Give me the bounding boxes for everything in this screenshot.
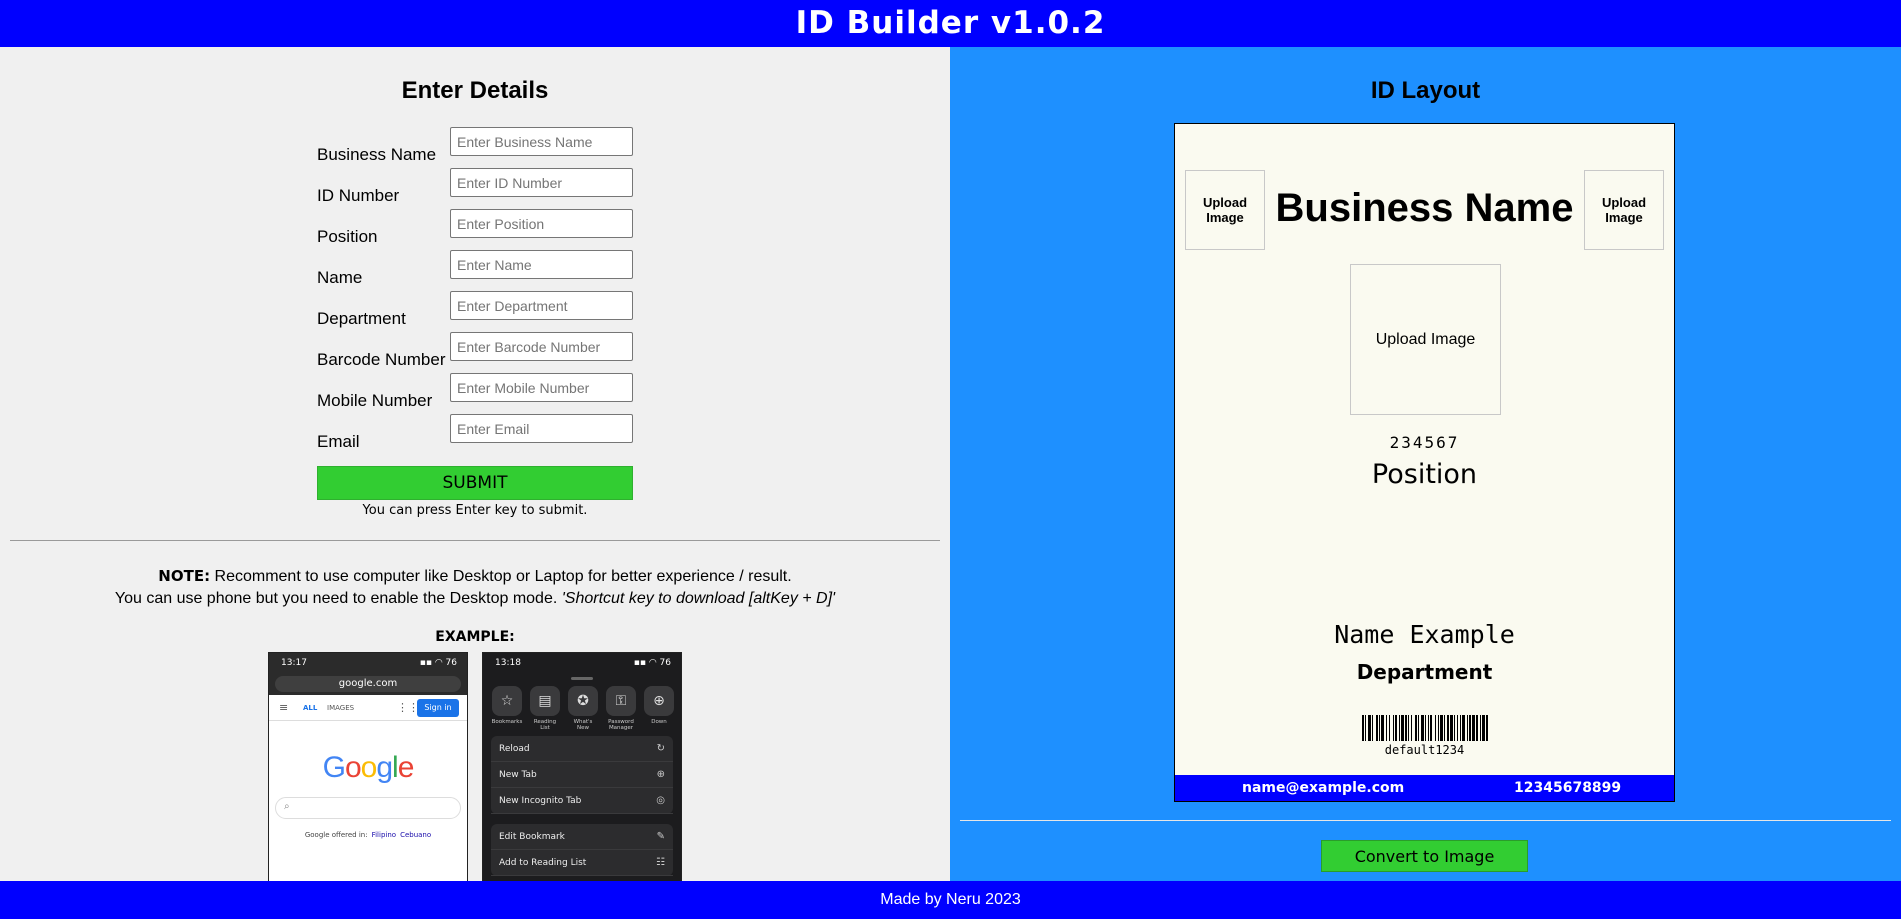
note-body: Recomment to use computer like Desktop o… <box>210 568 792 585</box>
browser-menu-list: Reload ↻ New Tab ⊕ New Incognito Tab ◎ <box>491 736 673 814</box>
form-row-email: Email <box>317 414 633 455</box>
app-title: ID Builder v1.0.2 <box>0 0 1901 47</box>
details-form: Business Name ID Number Position Name De… <box>317 127 633 455</box>
note-line2: You can use phone but you need to enable… <box>114 590 562 607</box>
apps-grid-icon: ⋮⋮ <box>397 701 419 714</box>
example-label: EXAMPLE: <box>435 629 515 645</box>
star-icon: ☆ Bookmarks <box>491 686 523 725</box>
id-number-label: ID Number <box>317 186 400 205</box>
position-input[interactable] <box>450 209 633 238</box>
card-barcode <box>1280 715 1570 741</box>
google-logo: Google <box>322 751 415 784</box>
layout-panel: ID Layout Upload Image Business Name Upl… <box>950 47 1901 881</box>
submit-button[interactable]: SUBMIT <box>317 466 633 500</box>
google-search-box: ⌕ <box>275 797 461 819</box>
upload-logo-right[interactable]: Upload Image <box>1584 170 1664 250</box>
footer: Made by Neru 2023 <box>0 881 1901 919</box>
menu-item-new-incognito-tab: New Incognito Tab ◎ <box>491 788 673 814</box>
card-footer: name@example.com 12345678899 <box>1175 775 1674 801</box>
phone-url-bar: google.com <box>269 673 467 695</box>
mobile-number-input[interactable] <box>450 373 633 402</box>
menu-item-add-to-reading-list: Add to Reading List ☷ <box>491 850 673 876</box>
phone-time: 13:17 <box>281 658 307 668</box>
form-row-name: Name <box>317 250 633 291</box>
mobile-number-label: Mobile Number <box>317 391 433 410</box>
google-offered-in: Google offered in: Filipino Cebuano <box>304 831 432 839</box>
name-input[interactable] <box>450 250 633 279</box>
email-label: Email <box>317 432 360 451</box>
menu-item-edit-bookmark: Edit Bookmark ✎ <box>491 824 673 850</box>
sign-in-button: Sign in <box>417 699 459 717</box>
position-label: Position <box>317 227 378 246</box>
upload-photo[interactable]: Upload Image <box>1350 264 1501 415</box>
department-label: Department <box>317 309 406 328</box>
shortcut-hint: 'Shortcut key to download [altKey + D]' <box>561 590 836 607</box>
pencil-icon: ✎ <box>656 831 665 842</box>
barcode-number-input[interactable] <box>450 332 633 361</box>
details-heading: Enter Details <box>401 77 549 104</box>
name-label: Name <box>317 268 363 287</box>
phone-time: 13:18 <box>495 658 521 668</box>
barcode-bar <box>1486 715 1488 741</box>
form-row-id-number: ID Number <box>317 168 633 209</box>
card-department: Department <box>1356 660 1493 684</box>
card-position: Position <box>1371 459 1478 490</box>
reading-list-icon: ▤ Reading List <box>529 686 561 731</box>
id-number-input[interactable] <box>450 168 633 197</box>
phone-status-bar: 13:18 ▪▪ ◠ 76 <box>483 653 681 673</box>
card-name: Name Example <box>1334 620 1515 649</box>
phone-url: google.com <box>275 676 461 692</box>
form-row-position: Position <box>317 209 633 250</box>
hamburger-menu-icon: ≡ <box>279 701 289 714</box>
google-tabs: ≡ ALL IMAGES ⋮⋮ Sign in <box>269 695 467 721</box>
id-card-preview: Upload Image Business Name Upload Image … <box>1174 123 1675 802</box>
note-text: NOTE: Recomment to use computer like Des… <box>0 565 950 610</box>
card-id-number: 234567 <box>1389 433 1460 452</box>
browser-quick-icons: ☆ Bookmarks ▤ Reading List ✪ What's New ⚿ Pa… <box>483 680 681 736</box>
form-row-barcode-number: Barcode Number <box>317 332 633 373</box>
details-panel: Enter Details Business Name ID Number Po… <box>0 47 950 881</box>
submit-hint: You can press Enter key to submit. <box>362 503 588 518</box>
phone-status-bar: 13:17 ▪▪ ◠ 76 <box>269 653 467 673</box>
key-icon: ⚿ Password Manager <box>605 686 637 731</box>
divider <box>960 820 1891 821</box>
tab-all: ALL <box>303 704 318 712</box>
form-row-mobile-number: Mobile Number <box>317 373 633 414</box>
card-mobile: 12345678899 <box>1514 780 1622 796</box>
whats-new-icon: ✪ What's New <box>567 686 599 731</box>
menu-item-new-tab: New Tab ⊕ <box>491 762 673 788</box>
reload-icon: ↻ <box>656 743 665 754</box>
email-input[interactable] <box>450 414 633 443</box>
barcode-number-label: Barcode Number <box>317 350 446 369</box>
example-screenshot-desktop-mode: 13:18 ▪▪ ◠ 76 ☆ Bookmarks ▤ Reading List ✪… <box>482 652 682 881</box>
note-label: NOTE: <box>158 567 211 585</box>
menu-item-reload: Reload ↻ <box>491 736 673 762</box>
card-email: name@example.com <box>1242 780 1405 796</box>
form-row-business-name: Business Name <box>317 127 633 168</box>
plus-icon: ⊕ <box>656 769 665 780</box>
divider <box>10 540 940 541</box>
incognito-icon: ◎ <box>656 795 665 806</box>
card-barcode-text: default1234 <box>1384 743 1465 757</box>
card-business-name: Business Name <box>1275 186 1574 230</box>
convert-to-image-button[interactable]: Convert to Image <box>1321 840 1528 872</box>
phone-status-icons: ▪▪ ◠ 76 <box>419 658 457 668</box>
reading-list-add-icon: ☷ <box>656 857 665 868</box>
search-icon: ⌕ <box>284 801 290 812</box>
layout-heading: ID Layout <box>1370 77 1481 104</box>
phone-status-icons: ▪▪ ◠ 76 <box>633 658 671 668</box>
download-icon: ⊕ Down <box>643 686 675 725</box>
upload-logo-left[interactable]: Upload Image <box>1185 170 1265 250</box>
department-input[interactable] <box>450 291 633 320</box>
tab-images: IMAGES <box>327 704 355 712</box>
browser-menu-list-2: Edit Bookmark ✎ Add to Reading List ☷ <box>491 824 673 876</box>
business-name-label: Business Name <box>317 145 437 164</box>
example-screenshot-google: 13:17 ▪▪ ◠ 76 google.com ≡ ALL IMAGES ⋮⋮… <box>268 652 468 881</box>
form-row-department: Department <box>317 291 633 332</box>
business-name-input[interactable] <box>450 127 633 156</box>
